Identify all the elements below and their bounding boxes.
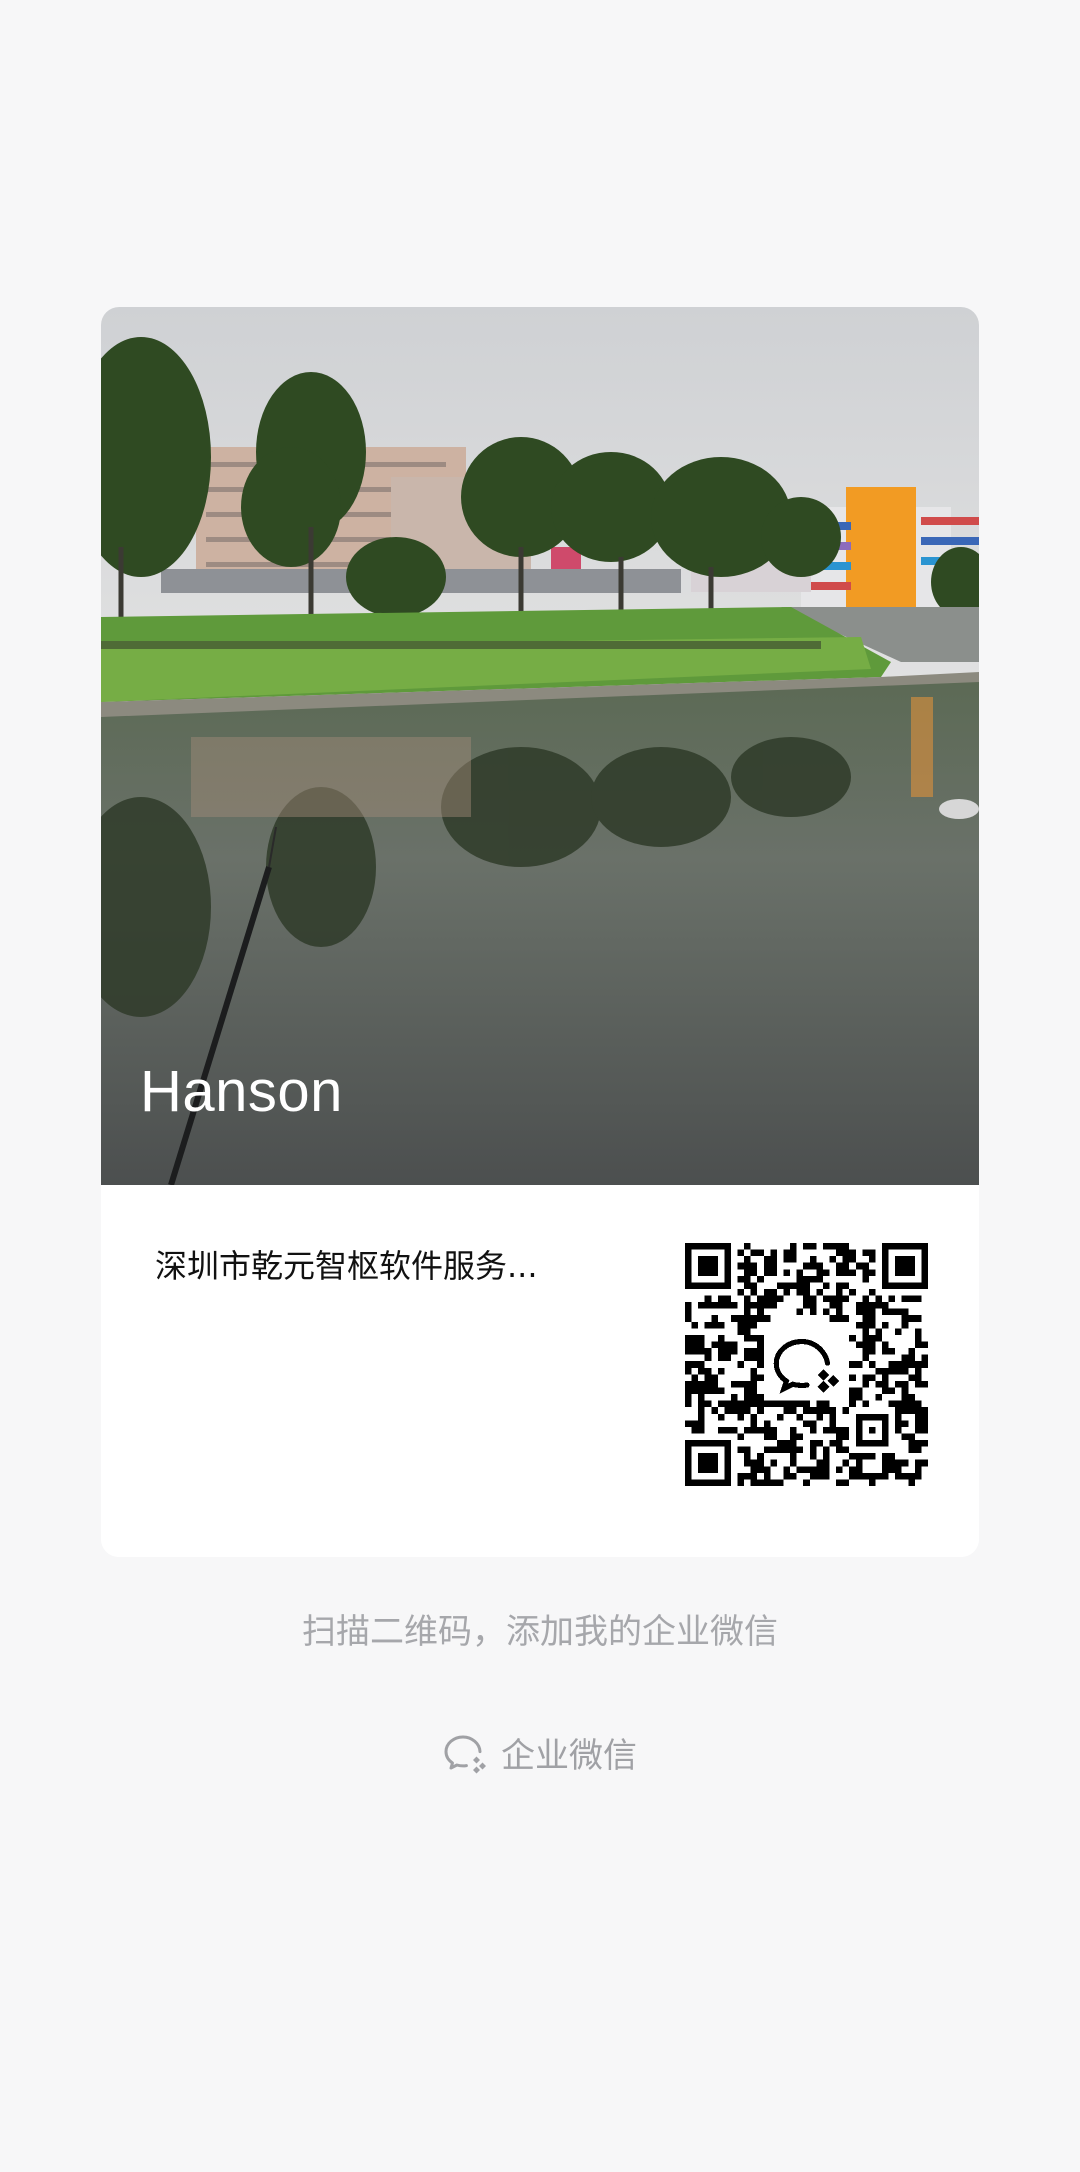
card-info-section: 深圳市乾元智枢软件服务... <box>101 1185 979 1557</box>
qr-code-image <box>685 1243 928 1486</box>
scan-hint-text: 扫描二维码，添加我的企业微信 <box>302 1612 778 1652</box>
wecom-brand-label: 企业微信 <box>501 1736 637 1776</box>
contact-name: Hanson <box>140 1059 343 1124</box>
landscape-photo <box>101 307 979 1185</box>
company-name: 深圳市乾元智枢软件服务... <box>155 1247 538 1285</box>
wecom-brand: 企业微信 <box>0 1728 1080 1777</box>
wecom-logo-icon <box>444 1735 486 1773</box>
qr-code[interactable] <box>685 1243 928 1486</box>
profile-cover-photo: Hanson <box>101 307 979 1185</box>
qr-card-page: Hanson 深圳市乾元智枢软件服务... 扫描二维码，添加我的企业微信 企业微… <box>0 0 1080 2172</box>
contact-card: Hanson 深圳市乾元智枢软件服务... <box>101 307 979 1557</box>
